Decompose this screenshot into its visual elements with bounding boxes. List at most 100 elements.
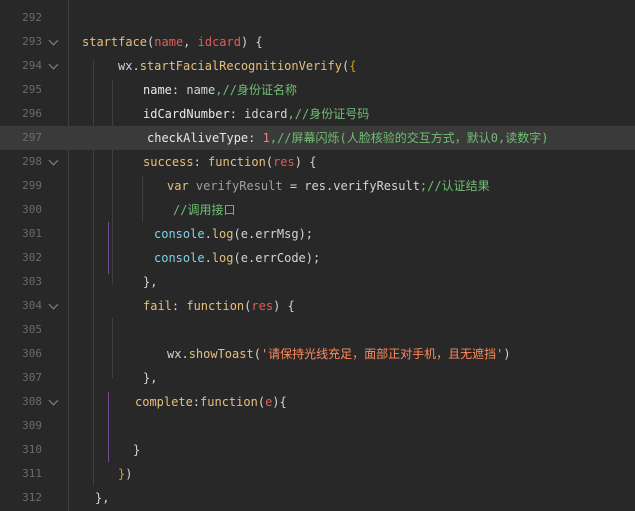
code-text: wx.showToast('请保持光线充足，面部正对手机，且无遮挡') xyxy=(167,342,511,366)
code-text: startface(name, idcard) { xyxy=(82,30,263,54)
line-number: 306 xyxy=(22,347,42,360)
line-number: 309 xyxy=(22,419,42,432)
code-token: ) xyxy=(125,467,133,481)
code-text: }, xyxy=(143,366,157,390)
line-number: 293 xyxy=(22,35,42,48)
code-line[interactable]: 295 name: name,//身份证名称 xyxy=(0,78,635,102)
code-line[interactable]: 297 checkAliveType: 1,//屏幕闪烁(人脸核验的交互方式，默认… xyxy=(0,126,635,150)
code-token: . xyxy=(204,251,212,265)
code-text: }, xyxy=(95,486,109,510)
code-token: ,//身份证号码 xyxy=(287,107,370,121)
code-line[interactable]: 292 xyxy=(0,6,635,30)
code-line[interactable]: 296 idCardNumber: idcard,//身份证号码 xyxy=(0,102,635,126)
line-number: 292 xyxy=(22,11,42,24)
code-line[interactable]: 294 wx.startFacialRecognitionVerify({ xyxy=(0,54,635,78)
code-text: fail: function(res) { xyxy=(143,294,295,318)
code-token: e xyxy=(240,251,248,265)
code-token: log xyxy=(211,251,234,265)
code-token: : xyxy=(192,395,201,409)
code-line[interactable]: 293 startface(name, idcard) { xyxy=(0,30,635,54)
code-token: }, xyxy=(143,275,158,289)
code-line[interactable]: 309 xyxy=(0,414,635,438)
code-token: }, xyxy=(95,491,110,505)
code-token: idcard xyxy=(244,107,288,121)
code-token: ( xyxy=(253,347,261,361)
code-token: ) xyxy=(503,347,511,361)
code-token: function xyxy=(200,395,258,409)
line-number: 299 xyxy=(22,179,42,192)
code-line[interactable]: 310} xyxy=(0,438,635,462)
code-token: ( xyxy=(233,251,241,265)
code-token: fail xyxy=(143,299,172,313)
code-editor[interactable]: 292 293 startface(name, idcard) {294 wx.sta… xyxy=(0,0,635,511)
code-token: //调用接口 xyxy=(173,203,236,217)
code-text: name: name,//身份证名称 xyxy=(143,78,297,102)
line-number: 294 xyxy=(22,59,42,72)
code-token: ); xyxy=(298,227,314,241)
code-token: : xyxy=(171,83,187,97)
line-number: 298 xyxy=(22,155,42,168)
code-token: . xyxy=(181,347,189,361)
code-token: ;//认证结果 xyxy=(419,179,490,193)
code-token: ( xyxy=(233,227,241,241)
code-token: ) { xyxy=(273,299,295,313)
code-token: : xyxy=(171,299,187,313)
code-token: name xyxy=(154,35,184,49)
fold-chevron-icon[interactable] xyxy=(48,155,59,166)
code-token: ,//身份证名称 xyxy=(215,83,297,97)
code-token: verifyResult xyxy=(195,179,283,193)
code-token: ,//屏幕闪烁(人脸核验的交互方式，默认0,读数字) xyxy=(269,131,549,145)
code-text: //调用接口 xyxy=(173,198,235,222)
code-text: console.log(e.errMsg); xyxy=(154,222,313,246)
code-line[interactable]: 303}, xyxy=(0,270,635,294)
code-token: e xyxy=(240,227,248,241)
code-token: name xyxy=(143,83,172,97)
line-number: 311 xyxy=(22,467,42,480)
code-line[interactable]: 298 success: function(res) { xyxy=(0,150,635,174)
fold-chevron-icon[interactable] xyxy=(48,299,59,310)
code-token: : xyxy=(248,131,263,145)
code-token: res xyxy=(273,155,295,169)
line-number: 305 xyxy=(22,323,42,336)
code-token: . xyxy=(204,227,212,241)
code-text: console.log(e.errCode); xyxy=(154,246,320,270)
code-text: } xyxy=(133,438,140,462)
fold-chevron-icon[interactable] xyxy=(48,59,59,70)
code-token: verifyResult xyxy=(333,179,420,193)
code-text: }) xyxy=(118,462,132,486)
code-token: res xyxy=(251,299,274,313)
fold-chevron-icon[interactable] xyxy=(48,35,59,46)
code-line[interactable]: 311}) xyxy=(0,462,635,486)
code-token: startFacialRecognitionVerify xyxy=(139,59,342,73)
code-token: errCode xyxy=(255,251,306,265)
code-token: 1 xyxy=(262,131,270,145)
fold-chevron-icon[interactable] xyxy=(48,395,59,406)
line-number: 310 xyxy=(22,443,42,456)
code-token: wx xyxy=(167,347,182,361)
code-token: complete xyxy=(135,395,193,409)
code-line[interactable]: 307}, xyxy=(0,366,635,390)
code-line[interactable]: 301 console.log(e.errMsg); xyxy=(0,222,635,246)
code-token: res xyxy=(304,179,326,193)
code-line[interactable]: 299 var verifyResult = res.verifyResult;/… xyxy=(0,174,635,198)
code-token: : xyxy=(229,107,245,121)
code-line[interactable]: 305 xyxy=(0,318,635,342)
code-line[interactable]: 304 fail: function(res) { xyxy=(0,294,635,318)
line-number: 297 xyxy=(22,131,42,144)
code-line[interactable]: 312}, xyxy=(0,486,635,510)
code-text: }, xyxy=(143,270,157,294)
code-token: name xyxy=(186,83,216,97)
code-token: ); xyxy=(305,251,321,265)
code-token: wx xyxy=(118,59,133,73)
line-number: 296 xyxy=(22,107,42,120)
line-number: 304 xyxy=(22,299,42,312)
code-text: idCardNumber: idcard,//身份证号码 xyxy=(143,102,369,126)
code-token: function xyxy=(186,299,245,313)
code-line[interactable]: 300 //调用接口 xyxy=(0,198,635,222)
code-line[interactable]: 308 complete:function(e){ xyxy=(0,390,635,414)
code-token: } xyxy=(133,443,141,457)
code-line[interactable]: 302 console.log(e.errCode); xyxy=(0,246,635,270)
code-token: : xyxy=(193,155,209,169)
code-line[interactable]: 306 wx.showToast('请保持光线充足，面部正对手机，且无遮挡') xyxy=(0,342,635,366)
code-token: . xyxy=(132,59,140,73)
